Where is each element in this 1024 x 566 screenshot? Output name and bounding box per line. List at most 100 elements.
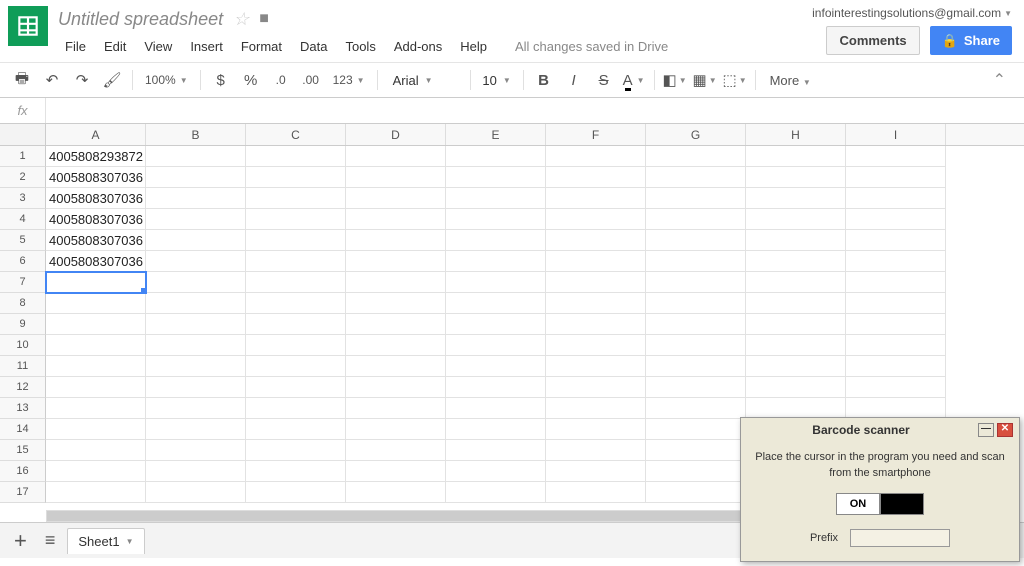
cell[interactable]	[146, 482, 246, 503]
fill-color-button[interactable]: ◧▼	[661, 67, 689, 93]
cell[interactable]	[846, 314, 946, 335]
cell[interactable]	[746, 377, 846, 398]
cell[interactable]	[446, 440, 546, 461]
cell[interactable]	[246, 440, 346, 461]
cell[interactable]	[846, 293, 946, 314]
cell[interactable]	[346, 440, 446, 461]
col-header-B[interactable]: B	[146, 124, 246, 145]
col-header-G[interactable]: G	[646, 124, 746, 145]
cell[interactable]	[646, 356, 746, 377]
increase-decimal-button[interactable]: .00	[297, 67, 325, 93]
cell[interactable]	[46, 356, 146, 377]
cell[interactable]	[546, 272, 646, 293]
cell[interactable]	[146, 461, 246, 482]
cell[interactable]	[746, 188, 846, 209]
share-button[interactable]: 🔒 Share	[930, 26, 1012, 55]
row-header[interactable]: 3	[0, 188, 46, 209]
percent-button[interactable]: %	[237, 67, 265, 93]
cell[interactable]	[546, 419, 646, 440]
cell[interactable]	[246, 356, 346, 377]
cell[interactable]	[246, 188, 346, 209]
minimize-button[interactable]: —	[978, 423, 994, 437]
select-all-corner[interactable]	[0, 124, 46, 145]
cell[interactable]	[246, 398, 346, 419]
cell[interactable]	[346, 482, 446, 503]
row-header[interactable]: 12	[0, 377, 46, 398]
col-header-D[interactable]: D	[346, 124, 446, 145]
cell[interactable]	[246, 335, 346, 356]
col-header-E[interactable]: E	[446, 124, 546, 145]
cell[interactable]	[746, 272, 846, 293]
cell[interactable]	[846, 251, 946, 272]
cell[interactable]	[646, 440, 746, 461]
cell[interactable]	[46, 314, 146, 335]
col-header-H[interactable]: H	[746, 124, 846, 145]
cell[interactable]	[746, 146, 846, 167]
cell[interactable]	[546, 461, 646, 482]
cell[interactable]	[346, 251, 446, 272]
paint-format-icon[interactable]: 🖌	[98, 67, 126, 93]
cell[interactable]	[546, 356, 646, 377]
cell[interactable]	[546, 146, 646, 167]
currency-button[interactable]: $	[207, 67, 235, 93]
folder-icon[interactable]: ■	[259, 10, 269, 28]
menu-insert[interactable]: Insert	[183, 36, 230, 57]
row-header[interactable]: 14	[0, 419, 46, 440]
row-header[interactable]: 8	[0, 293, 46, 314]
menu-addons[interactable]: Add-ons	[387, 36, 449, 57]
col-header-C[interactable]: C	[246, 124, 346, 145]
cell[interactable]	[46, 440, 146, 461]
cell[interactable]	[546, 188, 646, 209]
italic-button[interactable]: I	[560, 67, 588, 93]
row-header[interactable]: 10	[0, 335, 46, 356]
cell[interactable]	[746, 398, 846, 419]
cell[interactable]	[746, 251, 846, 272]
cell[interactable]	[646, 419, 746, 440]
cell[interactable]	[446, 335, 546, 356]
add-sheet-button[interactable]: +	[8, 528, 33, 554]
cell[interactable]	[646, 251, 746, 272]
cell[interactable]	[346, 146, 446, 167]
cell[interactable]	[446, 230, 546, 251]
row-header[interactable]: 2	[0, 167, 46, 188]
row-header[interactable]: 11	[0, 356, 46, 377]
cell[interactable]	[646, 272, 746, 293]
cell[interactable]	[446, 251, 546, 272]
cell[interactable]	[346, 314, 446, 335]
strikethrough-button[interactable]: S	[590, 67, 618, 93]
collapse-toolbar-icon[interactable]: ⌃	[983, 70, 1016, 90]
row-header[interactable]: 5	[0, 230, 46, 251]
row-header[interactable]: 9	[0, 314, 46, 335]
close-button[interactable]: ✕	[997, 423, 1013, 437]
menu-format[interactable]: Format	[234, 36, 289, 57]
cell[interactable]	[646, 314, 746, 335]
cell[interactable]	[546, 335, 646, 356]
cell[interactable]	[446, 461, 546, 482]
menu-data[interactable]: Data	[293, 36, 334, 57]
cell[interactable]	[146, 419, 246, 440]
more-toolbar-button[interactable]: More ▼	[762, 73, 819, 88]
cell[interactable]	[146, 146, 246, 167]
text-color-button[interactable]: A▼	[620, 67, 648, 93]
cell[interactable]	[146, 398, 246, 419]
cell[interactable]: 4005808293872	[46, 146, 146, 167]
cell[interactable]	[46, 419, 146, 440]
redo-icon[interactable]: ↷	[68, 67, 96, 93]
cell[interactable]	[746, 335, 846, 356]
cell[interactable]	[646, 482, 746, 503]
cell[interactable]	[446, 167, 546, 188]
cell[interactable]	[546, 377, 646, 398]
row-header[interactable]: 6	[0, 251, 46, 272]
cell[interactable]	[746, 314, 846, 335]
cell[interactable]	[146, 356, 246, 377]
cell[interactable]	[146, 293, 246, 314]
cell[interactable]	[646, 335, 746, 356]
cell[interactable]: 4005808307036	[46, 167, 146, 188]
cell[interactable]	[446, 419, 546, 440]
cell[interactable]	[246, 209, 346, 230]
cell[interactable]	[646, 230, 746, 251]
cell[interactable]	[246, 272, 346, 293]
row-header[interactable]: 16	[0, 461, 46, 482]
cell[interactable]	[646, 377, 746, 398]
cell[interactable]	[546, 251, 646, 272]
